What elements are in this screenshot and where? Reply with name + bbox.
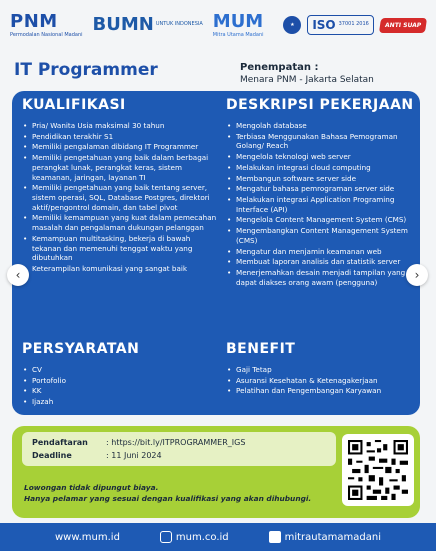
list-item: Mengembangkan Content Management System … — [226, 226, 416, 245]
persyaratan-list: CV Portofolio KK Ijazah — [22, 365, 220, 407]
list-item: Menerjemahkan desain menjadi tampilan ya… — [226, 268, 416, 287]
persyaratan-heading: PERSYARATAN — [22, 341, 140, 357]
application-notes: Lowongan tidak dipungut biaya. Hanya pel… — [24, 482, 311, 504]
header-logos: PNM Permodalan Nasional Madani BUMN UNTU… — [0, 0, 436, 50]
pnm-logo: PNM Permodalan Nasional Madani — [10, 10, 83, 38]
deskripsi-heading: DESKRIPSI PEKERJAAN — [226, 97, 414, 113]
qr-code-icon — [348, 440, 408, 500]
benefit-heading: BENEFIT — [226, 341, 296, 357]
deskripsi-section: DESKRIPSI PEKERJAAN Mengolah database Te… — [226, 97, 416, 289]
persyaratan-section: PERSYARATAN CV Portofolio KK Ijazah — [22, 341, 220, 408]
list-item: Memiliki kemampuan yang kuat dalam pemec… — [22, 213, 220, 232]
application-panel: Pendaftaran : https://bit.ly/ITPROGRAMME… — [12, 426, 420, 518]
list-item: Gaji Tetap — [226, 365, 416, 375]
deadline-label: Deadline — [32, 451, 72, 460]
list-item: Melakukan integrasi cloud computing — [226, 163, 416, 173]
chevron-right-icon: › — [414, 268, 420, 282]
pendaftaran-row: Pendaftaran : https://bit.ly/ITPROGRAMME… — [32, 438, 245, 447]
list-item: Mengelola Content Management System (CMS… — [226, 215, 416, 225]
pendaftaran-label: Pendaftaran — [32, 438, 88, 447]
deadline-value: : 11 Juni 2024 — [106, 451, 162, 460]
list-item: Terbiasa Menggunakan Bahasa Pemograman G… — [226, 132, 416, 151]
instagram-handle: mum.co.id — [175, 531, 229, 543]
kualifikasi-heading: KUALIFIKASI — [22, 97, 126, 113]
list-item: Portofolio — [22, 376, 220, 386]
mum-logo-text: MUM — [212, 10, 264, 32]
kualifikasi-list: Pria/ Wanita Usia maksimal 30 tahun Pend… — [22, 121, 220, 274]
bumn-subtitle: UNTUK INDONESIA — [155, 21, 203, 28]
certifications: ★ ISO 37001 2016 ANTI SUAP — [283, 15, 428, 35]
website-link[interactable]: www.mum.id — [55, 532, 120, 543]
note-qualified: Hanya pelamar yang sesuai dengan kualifi… — [24, 494, 312, 504]
note-free: Lowongan tidak dipungut biaya. — [24, 483, 159, 492]
list-item: CV — [22, 365, 220, 375]
list-item: Mengatur bahasa pemrograman server side — [226, 184, 416, 194]
list-item: Pria/ Wanita Usia maksimal 30 tahun — [22, 121, 220, 131]
youtube-handle: mitrautamamadani — [284, 531, 381, 543]
certification-seal-icon: ★ — [283, 16, 302, 34]
instagram-icon — [159, 531, 172, 543]
footer-contacts: www.mum.id mum.co.id mitrautamamadani — [0, 523, 436, 551]
list-item: Memiliki pengalaman dibidang IT Programm… — [22, 142, 220, 152]
iso-sub: 37001 2016 — [338, 21, 369, 28]
pendaftaran-link[interactable]: : https://bit.ly/ITPROGRAMMER_IGS — [106, 438, 245, 447]
job-poster: PNM Permodalan Nasional Madani BUMN UNTU… — [0, 0, 436, 551]
bumn-logo-text: BUMN — [92, 14, 154, 35]
pnm-logo-text: PNM — [10, 10, 58, 32]
deskripsi-list: Mengolah database Terbiasa Menggunakan B… — [226, 121, 416, 288]
placement: Penempatan : Menara PNM - Jakarta Selata… — [240, 62, 374, 86]
placement-label: Penempatan : — [240, 62, 319, 73]
iso-badge: ISO 37001 2016 — [307, 15, 374, 35]
job-title: IT Programmer — [14, 60, 158, 80]
list-item: Melakukan integrasi Application Programi… — [226, 195, 416, 214]
anti-suap-badge: ANTI SUAP — [378, 17, 428, 33]
iso-label: ISO — [312, 18, 336, 32]
instagram-link[interactable]: mum.co.id — [159, 531, 229, 543]
list-item: Memiliki pengetahuan yang baik tentang s… — [22, 183, 220, 212]
list-item: Mengolah database — [226, 121, 416, 131]
application-info: Pendaftaran : https://bit.ly/ITPROGRAMME… — [22, 432, 336, 466]
mum-logo: MUM Mitra Utama Madani — [212, 10, 264, 38]
carousel-prev-button[interactable]: ‹ — [7, 264, 29, 286]
carousel-next-button[interactable]: › — [406, 264, 428, 286]
list-item: Membangun software server side — [226, 174, 416, 184]
qr-code[interactable] — [342, 434, 414, 506]
youtube-icon — [268, 531, 281, 543]
mum-subtitle: Mitra Utama Madani — [212, 31, 264, 38]
list-item: Kemampuan multitasking, bekerja di bawah… — [22, 234, 220, 263]
placement-value: Menara PNM - Jakarta Selatan — [240, 74, 374, 85]
list-item: Asuransi Kesehatan & Ketenagakerjaan — [226, 376, 416, 386]
job-details-panel: KUALIFIKASI Pria/ Wanita Usia maksimal 3… — [12, 91, 420, 415]
youtube-link[interactable]: mitrautamamadani — [268, 531, 381, 543]
list-item: Mengelola teknologi web server — [226, 152, 416, 162]
list-item: Pendidikan terakhir S1 — [22, 132, 220, 142]
deadline-row: Deadline : 11 Juni 2024 — [32, 451, 162, 460]
list-item: Mengatur dan menjamin keamanan web — [226, 247, 416, 257]
list-item: KK — [22, 386, 220, 396]
bumn-logo: BUMN UNTUK INDONESIA — [93, 16, 203, 34]
list-item: Memiliki pengetahuan yang baik dalam ber… — [22, 153, 220, 182]
list-item: Ijazah — [22, 397, 220, 407]
pnm-subtitle: Permodalan Nasional Madani — [10, 31, 83, 38]
list-item: Membuat laporan analisis dan statistik s… — [226, 257, 416, 267]
list-item: Pelatihan dan Pengembangan Karyawan — [226, 386, 416, 396]
chevron-left-icon: ‹ — [15, 268, 21, 282]
list-item: Keterampilan komunikasi yang sangat baik — [22, 264, 220, 274]
benefit-section: BENEFIT Gaji Tetap Asuransi Kesehatan & … — [226, 341, 416, 397]
kualifikasi-section: KUALIFIKASI Pria/ Wanita Usia maksimal 3… — [22, 97, 220, 275]
benefit-list: Gaji Tetap Asuransi Kesehatan & Ketenaga… — [226, 365, 416, 396]
